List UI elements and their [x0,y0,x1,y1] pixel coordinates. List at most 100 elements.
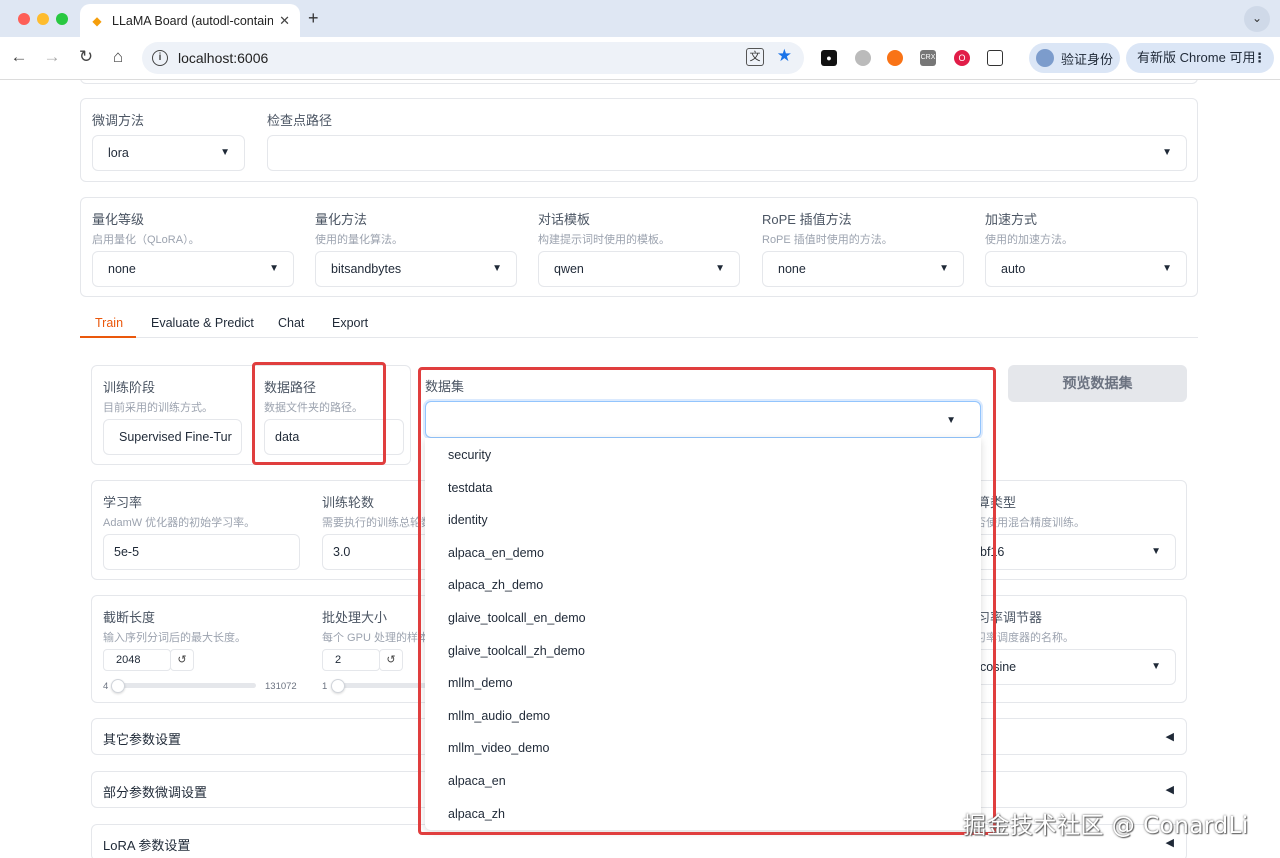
rope-info: RoPE 插值时使用的方法。 [762,234,893,246]
batch-size-input[interactable]: 2 [322,649,380,671]
settings-panel: 量化等级 启用量化（QLoRA）。 none ▼ 量化方法 使用的量化算法。 b… [80,197,1198,297]
accordion-label: LoRA 参数设置 [103,838,191,853]
translate-icon[interactable]: 文 [746,48,764,66]
caret-down-icon: ▼ [939,263,949,274]
learning-rate-value: 5e-5 [114,545,140,559]
caret-down-icon: ▼ [220,147,230,158]
page-content: 微调方法 lora ▼ 检查点路径 ▼ 量化等级 启用量化（QLoRA）。 no… [0,80,1280,858]
stage-select[interactable]: Supervised Fine-Tur [103,419,242,455]
extension-icon[interactable] [855,50,871,66]
extension-icon[interactable]: ● [821,50,837,66]
quant-method-value: bitsandbytes [331,262,402,276]
info-icon[interactable]: i [152,50,168,66]
chrome-update-button[interactable]: 有新版 Chrome 可用 ⋮ [1126,43,1274,73]
epochs-info: 需要执行的训练总轮数 [322,517,432,529]
chevron-down-icon[interactable]: ⌄ [1244,6,1270,32]
preview-dataset-button[interactable]: 预览数据集 [1008,365,1187,402]
home-icon[interactable]: ⌂ [107,47,129,67]
quant-level-label: 量化等级 [92,212,145,227]
browser-tab-bar: ◆ LLaMA Board (autodl-contain ✕ + ⌄ [0,0,1280,37]
caret-down-icon: ▼ [1151,546,1161,557]
finetune-method-select[interactable]: lora ▼ [92,135,245,171]
watermark: 掘金技术社区 @ ConardLi [963,813,1249,839]
forward-arrow-icon[interactable]: → [41,47,63,67]
caret-down-icon: ▼ [1162,147,1172,158]
tab-chat[interactable]: Chat [278,316,304,330]
active-tab-indicator [80,336,136,338]
panel-edge [80,80,1198,84]
caret-down-icon: ▼ [492,263,502,274]
reset-icon[interactable]: ↺ [379,649,403,671]
opera-icon[interactable]: O [954,50,970,66]
epochs-value: 3.0 [333,545,351,559]
highlight-box-dataset [418,367,996,835]
finetune-method-label: 微调方法 [92,113,145,128]
verify-identity-button[interactable]: 验证身份 [1029,43,1120,73]
close-window-button[interactable] [18,13,30,25]
reset-icon[interactable]: ↺ [170,649,194,671]
stage-info: 目前采用的训练方式。 [103,402,213,414]
finetune-method-value: lora [108,146,129,160]
triangle-left-icon: ◀ [1165,784,1174,796]
puzzle-icon[interactable] [987,50,1003,66]
rope-select[interactable]: none ▼ [762,251,964,287]
cutoff-len-input[interactable]: 2048 [103,649,171,671]
cutoff-len-slider-thumb[interactable] [111,679,126,693]
accordion-label: 部分参数微调设置 [103,785,208,800]
learning-rate-input[interactable]: 5e-5 [103,534,300,570]
learning-rate-label: 学习率 [103,495,143,510]
learning-rate-info: AdamW 优化器的初始学习率。 [103,517,256,529]
more-icon: ⋮ [1253,50,1266,65]
star-icon[interactable]: ★ [777,46,792,66]
template-value: qwen [554,262,584,276]
quant-level-value: none [108,262,136,276]
minimize-window-button[interactable] [37,13,49,25]
update-label: 有新版 Chrome 可用 [1137,50,1256,65]
rope-label: RoPE 插值方法 [762,212,852,227]
caret-down-icon: ▼ [1162,263,1172,274]
batch-size-slider[interactable] [337,683,427,688]
browser-toolbar: ← → ↻ ⌂ i localhost:6006 文 ★ ● CRX O 验证身… [0,37,1280,80]
crx-icon[interactable]: CRX [920,50,936,66]
batch-size-label: 批处理大小 [322,610,388,625]
triangle-left-icon: ◀ [1165,731,1174,743]
quant-method-select[interactable]: bitsandbytes ▼ [315,251,517,287]
batch-size-slider-thumb[interactable] [330,679,345,693]
reload-icon[interactable]: ↻ [75,47,97,67]
maximize-window-button[interactable] [56,13,68,25]
template-select[interactable]: qwen ▼ [538,251,740,287]
tab-title: LLaMA Board (autodl-contain [112,13,274,28]
batch-size-info: 每个 GPU 处理的样本 [322,632,429,644]
stage-label: 训练阶段 [103,380,156,395]
tab-train[interactable]: Train [95,316,123,330]
cutoff-len-info: 输入序列分词后的最大长度。 [103,632,246,644]
quant-level-info: 启用量化（QLoRA）。 [92,234,200,246]
quant-method-label: 量化方法 [315,212,368,227]
url-text[interactable]: localhost:6006 [178,50,268,66]
cutoff-len-label: 截断长度 [103,610,156,625]
batch-size-value: 2 [335,654,342,666]
address-bar[interactable]: i localhost:6006 文 ★ [142,42,804,74]
browser-tab[interactable]: ◆ LLaMA Board (autodl-contain ✕ [80,4,300,37]
new-tab-button[interactable]: + [308,8,319,29]
tab-export[interactable]: Export [332,316,368,330]
accordion-label: 其它参数设置 [103,732,182,747]
cutoff-len-min: 4 [103,681,109,692]
close-icon[interactable]: ✕ [279,13,290,29]
epochs-label: 训练轮数 [322,495,375,510]
tab-evaluate-predict[interactable]: Evaluate & Predict [151,316,254,330]
caret-down-icon: ▼ [269,263,279,274]
cutoff-len-value: 2048 [116,654,141,666]
booster-select[interactable]: auto ▼ [985,251,1187,287]
extension-icon[interactable] [887,50,903,66]
method-panel: 微调方法 lora ▼ 检查点路径 ▼ [80,98,1198,182]
back-arrow-icon[interactable]: ← [8,47,30,67]
cutoff-len-slider[interactable] [116,683,256,688]
checkpoint-path-label: 检查点路径 [267,113,333,128]
verify-label: 验证身份 [1061,51,1114,67]
rope-value: none [778,262,806,276]
quant-level-select[interactable]: none ▼ [92,251,294,287]
checkpoint-path-select[interactable]: ▼ [267,135,1187,171]
stage-value: Supervised Fine-Tur [119,430,232,444]
layers-icon: ◆ [92,13,102,28]
